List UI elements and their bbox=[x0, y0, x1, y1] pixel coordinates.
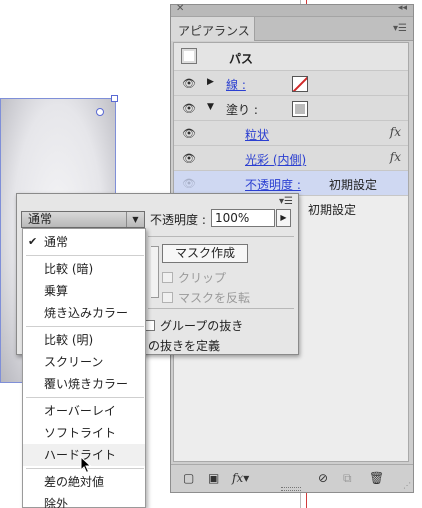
opacity-value: 初期設定 bbox=[329, 178, 378, 192]
tab-appearance-label: アピアランス bbox=[178, 24, 250, 38]
define-knockout-label: の抜きを定義 bbox=[148, 339, 221, 353]
fill-row[interactable]: 👁 ▼ 塗り : bbox=[174, 96, 408, 121]
menu-divider bbox=[26, 255, 144, 256]
invert-mask-checkbox[interactable]: マスクを反転 bbox=[162, 289, 250, 306]
mask-thumbnail[interactable] bbox=[151, 246, 159, 298]
menu-divider bbox=[26, 397, 144, 398]
opacity-input[interactable]: 100% bbox=[211, 209, 275, 227]
option-label: 乗算 bbox=[44, 284, 69, 298]
panel-tab-bar: アピアランス ▾☰ bbox=[171, 17, 413, 41]
blend-option-overlay[interactable]: オーバーレイ bbox=[23, 400, 145, 422]
grain-effect-row[interactable]: 👁 粒状 fx bbox=[174, 121, 408, 146]
eye-icon[interactable]: 👁 bbox=[182, 127, 196, 140]
blend-option-screen[interactable]: スクリーン bbox=[23, 351, 145, 373]
duplicate-item-icon[interactable]: ⧉ bbox=[343, 471, 352, 486]
live-corner-widget[interactable] bbox=[96, 108, 104, 116]
collapse-icon[interactable]: ◂◂ bbox=[398, 3, 407, 13]
clip-label: クリップ bbox=[178, 271, 227, 285]
inner-glow-row[interactable]: 👁 光彩 (内側) fx bbox=[174, 146, 408, 171]
clip-checkbox[interactable]: クリップ bbox=[162, 269, 226, 286]
blend-mode-select[interactable]: 通常 ▼ bbox=[21, 211, 145, 228]
expand-arrow-icon[interactable]: ▶ bbox=[207, 77, 214, 87]
check-icon: ✔ bbox=[28, 235, 38, 248]
option-label: オーバーレイ bbox=[44, 404, 116, 418]
trash-icon[interactable]: 🗑 bbox=[369, 471, 384, 485]
resize-grip[interactable] bbox=[281, 487, 301, 491]
option-label: 比較 (明) bbox=[44, 333, 94, 347]
opacity-link[interactable]: 不透明度 : bbox=[245, 176, 301, 193]
opacity-stepper-arrow[interactable]: ▶ bbox=[276, 209, 291, 227]
eye-icon[interactable]: 👁 bbox=[182, 152, 196, 165]
option-label: 焼き込みカラー bbox=[44, 306, 129, 320]
mouse-pointer-icon bbox=[80, 456, 92, 474]
chevron-down-icon[interactable]: ▼ bbox=[126, 212, 144, 227]
panel-bottom-toolbar: ▢ ▣ fx▾ ⊘ ⧉ 🗑 ⋰ bbox=[171, 464, 413, 492]
stroke-label[interactable]: 線 : bbox=[226, 76, 246, 93]
blend-option-darken[interactable]: 比較 (暗) bbox=[23, 258, 145, 280]
option-label: ソフトライト bbox=[44, 426, 117, 440]
popup-menu-icon[interactable]: ▾☰ bbox=[279, 196, 293, 207]
blend-option-soft-light[interactable]: ソフトライト bbox=[23, 422, 145, 444]
clear-appearance-icon[interactable]: ⊘ bbox=[318, 471, 328, 485]
close-icon[interactable]: ✕ bbox=[176, 3, 184, 14]
blend-option-lighten[interactable]: 比較 (明) bbox=[23, 329, 145, 351]
add-effect-icon[interactable]: fx▾ bbox=[232, 471, 249, 485]
make-mask-button[interactable]: マスク作成 bbox=[162, 244, 248, 263]
menu-divider bbox=[26, 326, 144, 327]
panel-menu-icon[interactable]: ▾☰ bbox=[393, 23, 407, 34]
bounding-box-handle[interactable] bbox=[111, 95, 118, 102]
blend-option-color-burn[interactable]: 焼き込みカラー bbox=[23, 302, 145, 324]
blend-option-normal[interactable]: ✔ 通常 bbox=[23, 231, 145, 253]
path-header-row[interactable]: パス bbox=[174, 43, 408, 71]
knockout-group-checkbox[interactable]: グループの抜き bbox=[144, 317, 243, 334]
blend-mode-value: 通常 bbox=[28, 212, 53, 226]
blend-option-difference[interactable]: 差の絶対値 bbox=[23, 471, 145, 493]
divider bbox=[148, 236, 294, 237]
grain-effect-link[interactable]: 粒状 bbox=[245, 126, 269, 143]
eye-icon[interactable]: 👁 bbox=[182, 77, 196, 90]
panel-title-bar[interactable]: ✕ ◂◂ bbox=[171, 3, 413, 17]
checkbox-box[interactable] bbox=[162, 272, 173, 283]
eye-icon[interactable]: 👁 bbox=[182, 177, 196, 190]
blend-option-multiply[interactable]: 乗算 bbox=[23, 280, 145, 302]
checkbox-box[interactable] bbox=[162, 292, 173, 303]
collapse-arrow-icon[interactable]: ▼ bbox=[207, 102, 214, 112]
eye-icon[interactable]: 👁 bbox=[182, 102, 196, 115]
stroke-row[interactable]: 👁 ▶ 線 : bbox=[174, 71, 408, 96]
tab-appearance[interactable]: アピアランス bbox=[171, 17, 255, 41]
divider bbox=[148, 308, 294, 309]
option-label: 比較 (暗) bbox=[44, 262, 94, 276]
path-label: パス bbox=[229, 52, 254, 66]
fill-label: 塗り : bbox=[226, 103, 258, 117]
fx-icon: fx bbox=[389, 125, 401, 139]
stroke-swatch-none[interactable] bbox=[292, 76, 308, 92]
add-stroke-icon[interactable]: ▢ bbox=[183, 471, 194, 485]
fx-icon: fx bbox=[389, 150, 401, 164]
inner-glow-link[interactable]: 光彩 (内側) bbox=[245, 151, 306, 168]
option-label: 除外 bbox=[44, 497, 69, 508]
resize-corner-icon[interactable]: ⋰ bbox=[403, 481, 411, 490]
add-fill-icon[interactable]: ▣ bbox=[208, 471, 219, 485]
fill-swatch[interactable] bbox=[292, 101, 308, 117]
knockout-group-label: グループの抜き bbox=[160, 319, 244, 333]
blend-option-color-dodge[interactable]: 覆い焼きカラー bbox=[23, 373, 145, 395]
invert-mask-label: マスクを反転 bbox=[178, 291, 251, 305]
option-label: スクリーン bbox=[44, 355, 104, 369]
object-opacity-value: 初期設定 bbox=[308, 203, 357, 217]
option-label: 差の絶対値 bbox=[44, 475, 105, 489]
option-label: 通常 bbox=[44, 235, 69, 249]
opacity-label: 不透明度 : bbox=[150, 213, 206, 227]
blend-option-exclusion[interactable]: 除外 bbox=[23, 493, 145, 508]
path-thumbnail bbox=[181, 48, 197, 64]
option-label: 覆い焼きカラー bbox=[44, 377, 129, 391]
